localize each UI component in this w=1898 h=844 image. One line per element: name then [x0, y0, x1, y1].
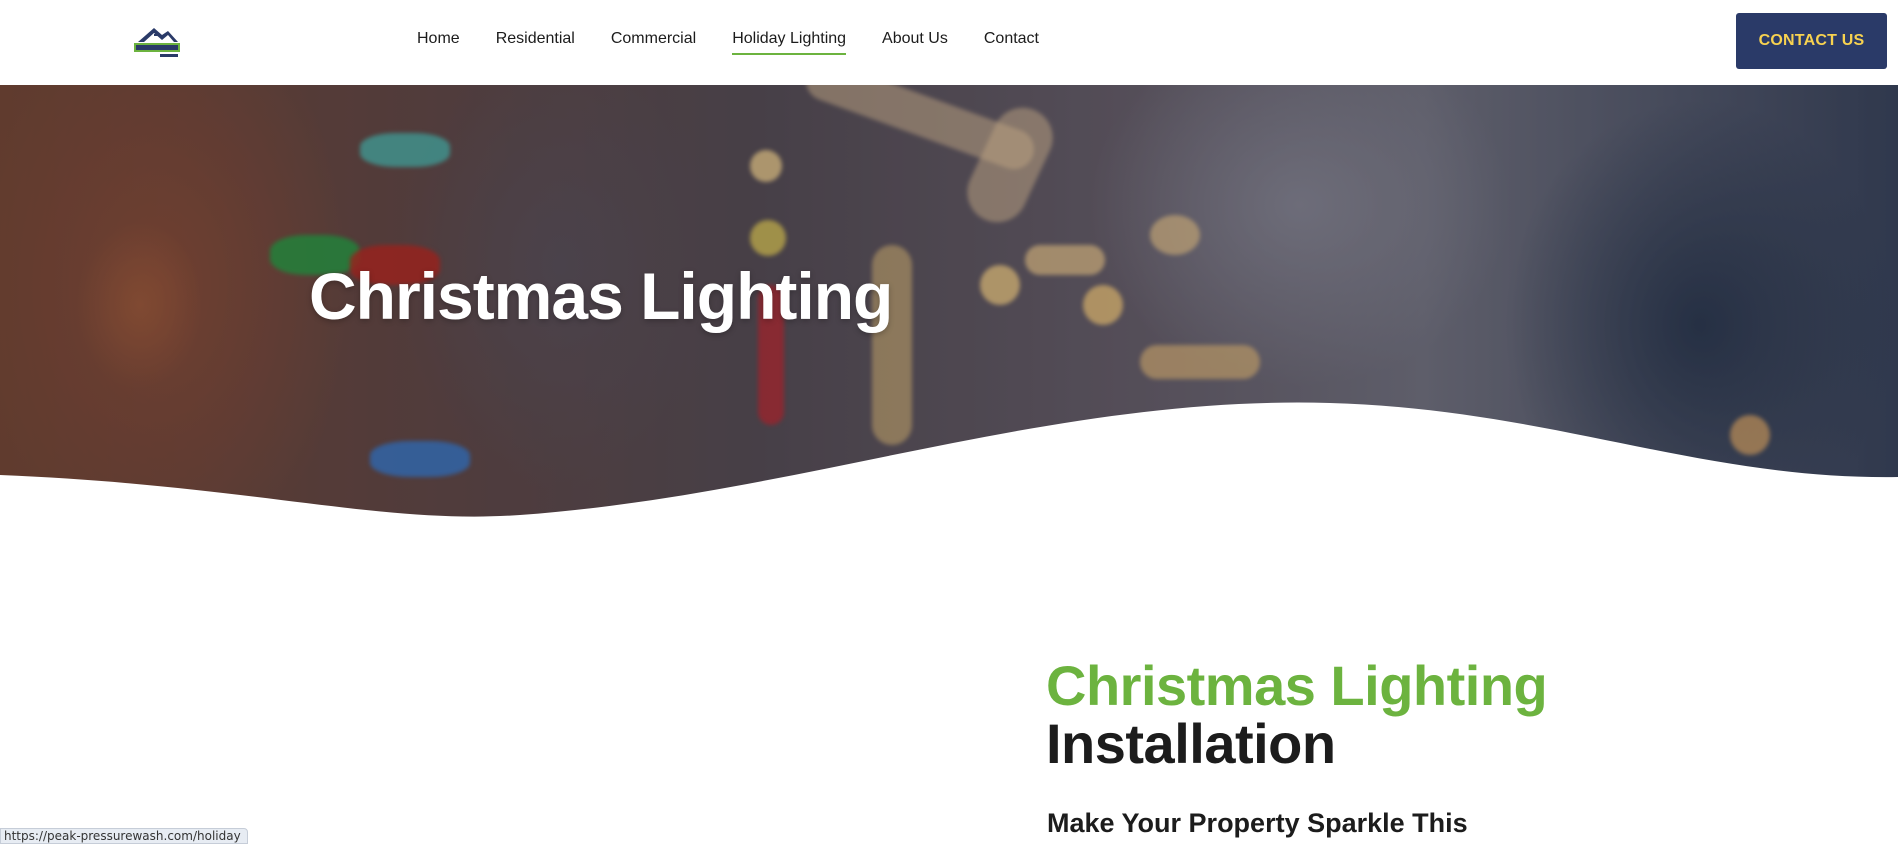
nav-residential[interactable]: Residential — [496, 30, 575, 55]
main-nav: Home Residential Commercial Holiday Ligh… — [417, 30, 1075, 55]
section-title-main: Installation — [1046, 712, 1336, 775]
nav-holiday-lighting[interactable]: Holiday Lighting — [732, 30, 847, 55]
nav-home[interactable]: Home — [417, 30, 460, 55]
section-subheading: Make Your Property Sparkle This — [1047, 808, 1468, 838]
nav-about-us[interactable]: About Us — [882, 30, 948, 55]
hero-title: Christmas Lighting — [309, 259, 893, 333]
section-title: Christmas Lighting Installation — [1046, 654, 1548, 775]
link-status-bar: https://peak-pressurewash.com/holiday — [0, 828, 248, 844]
contact-us-button[interactable]: CONTACT US — [1736, 13, 1887, 69]
logo-icon[interactable] — [132, 24, 182, 60]
nav-commercial[interactable]: Commercial — [611, 30, 696, 55]
hero-wave-divider — [0, 402, 1898, 525]
nav-contact[interactable]: Contact — [984, 30, 1039, 55]
section-title-highlight: Christmas Lighting — [1046, 654, 1548, 717]
hero-banner: Christmas Lighting — [0, 85, 1898, 525]
site-header: Home Residential Commercial Holiday Ligh… — [0, 0, 1898, 85]
